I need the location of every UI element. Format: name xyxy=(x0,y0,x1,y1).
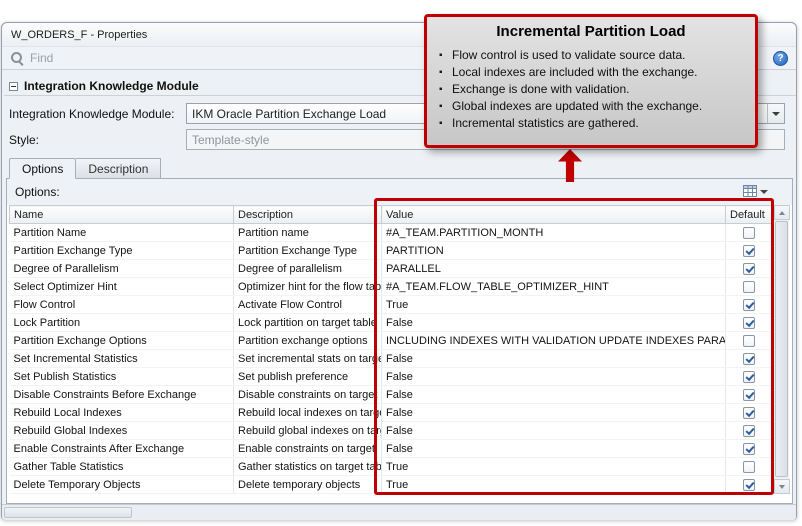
cell-name: Partition Exchange Type xyxy=(9,241,234,260)
cell-description: Partition name xyxy=(233,223,382,242)
screen: W_ORDERS_F - Properties ? Integration Kn… xyxy=(0,0,802,526)
cell-name: Set Incremental Statistics xyxy=(9,349,234,368)
cell-name: Partition Name xyxy=(9,223,234,242)
cell-description: Activate Flow Control xyxy=(233,295,382,314)
hscrollbar-thumb[interactable] xyxy=(4,507,132,518)
callout-bullet: Global indexes are updated with the exch… xyxy=(439,98,743,115)
cell-name: Select Optimizer Hint xyxy=(9,277,234,296)
ikm-label: Integration Knowledge Module: xyxy=(9,107,175,121)
cell-description: Lock partition on target table xyxy=(233,313,382,332)
cell-name: Rebuild Global Indexes xyxy=(9,421,234,440)
horizontal-scrollbar[interactable] xyxy=(2,504,796,520)
ikm-field-row: Integration Knowledge Module: xyxy=(9,103,174,125)
callout-bullets: Flow control is used to validate source … xyxy=(439,47,743,132)
cell-name: Rebuild Local Indexes xyxy=(9,403,234,422)
style-label: Style: xyxy=(9,133,40,147)
chevron-down-icon[interactable] xyxy=(767,104,784,123)
vscrollbar-thumb[interactable] xyxy=(775,221,788,477)
cell-description: Set publish preference xyxy=(233,367,382,386)
cell-description: Delete temporary objects xyxy=(233,475,382,494)
cell-description: Optimizer hint for the flow table xyxy=(233,277,382,296)
cell-name: Set Publish Statistics xyxy=(9,367,234,386)
cell-name: Partition Exchange Options xyxy=(9,331,234,350)
scroll-down-icon[interactable] xyxy=(774,479,790,494)
cell-description: Degree of parallelism xyxy=(233,259,382,278)
cell-description: Set incremental stats on target xyxy=(233,349,382,368)
callout-title: Incremental Partition Load xyxy=(496,23,686,40)
window-title: W_ORDERS_F - Properties xyxy=(11,28,148,41)
tab-options[interactable]: Options xyxy=(9,158,77,179)
column-header-description[interactable]: Description xyxy=(233,205,382,224)
section-header: Integration Knowledge Module xyxy=(9,77,199,95)
cell-name: Gather Table Statistics xyxy=(9,457,234,476)
callout-bullet: Local indexes are included with the exch… xyxy=(439,64,743,81)
cell-description: Rebuild local indexes on target xyxy=(233,403,382,422)
cell-name: Flow Control xyxy=(9,295,234,314)
cell-description: Gather statistics on target table xyxy=(233,457,382,476)
tab-bar: Options Description xyxy=(9,158,162,179)
annotation-callout: Incremental Partition Load Flow control … xyxy=(424,14,758,148)
cell-description: Partition Exchange Type xyxy=(233,241,382,260)
vertical-scrollbar[interactable] xyxy=(773,205,790,494)
column-header-name[interactable]: Name xyxy=(9,205,234,224)
cell-description: Rebuild global indexes on target xyxy=(233,421,382,440)
style-field-row: Style: xyxy=(9,129,39,151)
cell-description: Enable constraints on target xyxy=(233,439,382,458)
chevron-down-icon xyxy=(759,190,768,194)
cell-name: Enable Constraints After Exchange xyxy=(9,439,234,458)
section-title: Integration Knowledge Module xyxy=(24,79,199,93)
help-button[interactable]: ? xyxy=(773,50,788,66)
scroll-up-icon[interactable] xyxy=(774,205,790,220)
callout-bullet: Exchange is done with validation. xyxy=(439,81,743,98)
cell-name: Delete Temporary Objects xyxy=(9,475,234,494)
annotation-highlight-box xyxy=(374,198,774,495)
tab-description[interactable]: Description xyxy=(76,158,162,179)
cell-description: Disable constraints on target xyxy=(233,385,382,404)
callout-bullet: Incremental statistics are gathered. xyxy=(439,115,743,132)
options-panel-label: Options: xyxy=(15,185,60,199)
collapse-icon[interactable] xyxy=(9,81,18,91)
cell-name: Degree of Parallelism xyxy=(9,259,234,278)
cell-description: Partition exchange options xyxy=(233,331,382,350)
cell-name: Disable Constraints Before Exchange xyxy=(9,385,234,404)
cell-name: Lock Partition xyxy=(9,313,234,332)
search-icon xyxy=(10,51,24,65)
callout-bullet: Flow control is used to validate source … xyxy=(439,47,743,64)
